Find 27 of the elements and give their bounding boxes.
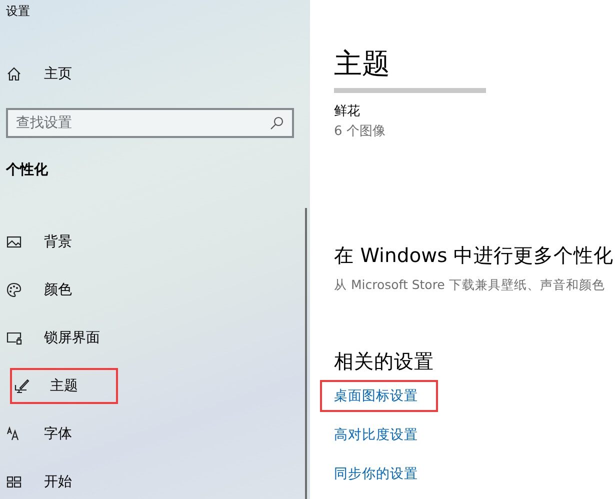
lock-screen-icon [6, 330, 22, 346]
section-heading: 个性化 [6, 162, 48, 178]
search-icon [270, 116, 284, 130]
store-heading: 在 Windows 中进行更多个性化 [334, 244, 614, 267]
store-description: 从 Microsoft Store 下载兼具壁纸、声音和颜色 [334, 277, 605, 292]
nav-item[interactable]: 颜色 [6, 280, 72, 300]
tiles-icon [6, 474, 22, 490]
nav-item[interactable]: 开始 [6, 472, 72, 492]
home-icon [6, 66, 22, 82]
theme-name: 鲜花 [334, 104, 360, 119]
nav-item[interactable]: 字体 [6, 424, 72, 444]
paintbrush-monitor-icon [14, 378, 30, 394]
settings-link[interactable]: 桌面图标设置 [320, 380, 438, 412]
settings-link[interactable]: 高对比度设置 [334, 424, 418, 445]
scrollbar[interactable] [305, 208, 307, 499]
nav-item[interactable]: 主题 [10, 368, 118, 404]
nav-item[interactable]: 锁屏界面 [6, 328, 100, 348]
image-icon [6, 234, 22, 250]
settings-link[interactable]: 同步你的设置 [334, 464, 418, 484]
nav-item[interactable]: 背景 [6, 232, 72, 252]
related-settings-heading: 相关的设置 [334, 350, 434, 373]
search-field[interactable]: 查找设置 [6, 108, 294, 138]
palette-icon [6, 282, 22, 298]
home-item[interactable]: 主页 [0, 50, 310, 98]
page-title: 主题 [334, 47, 390, 80]
theme-image-count: 6 个图像 [334, 124, 386, 138]
window-title: 设置 [6, 4, 30, 18]
